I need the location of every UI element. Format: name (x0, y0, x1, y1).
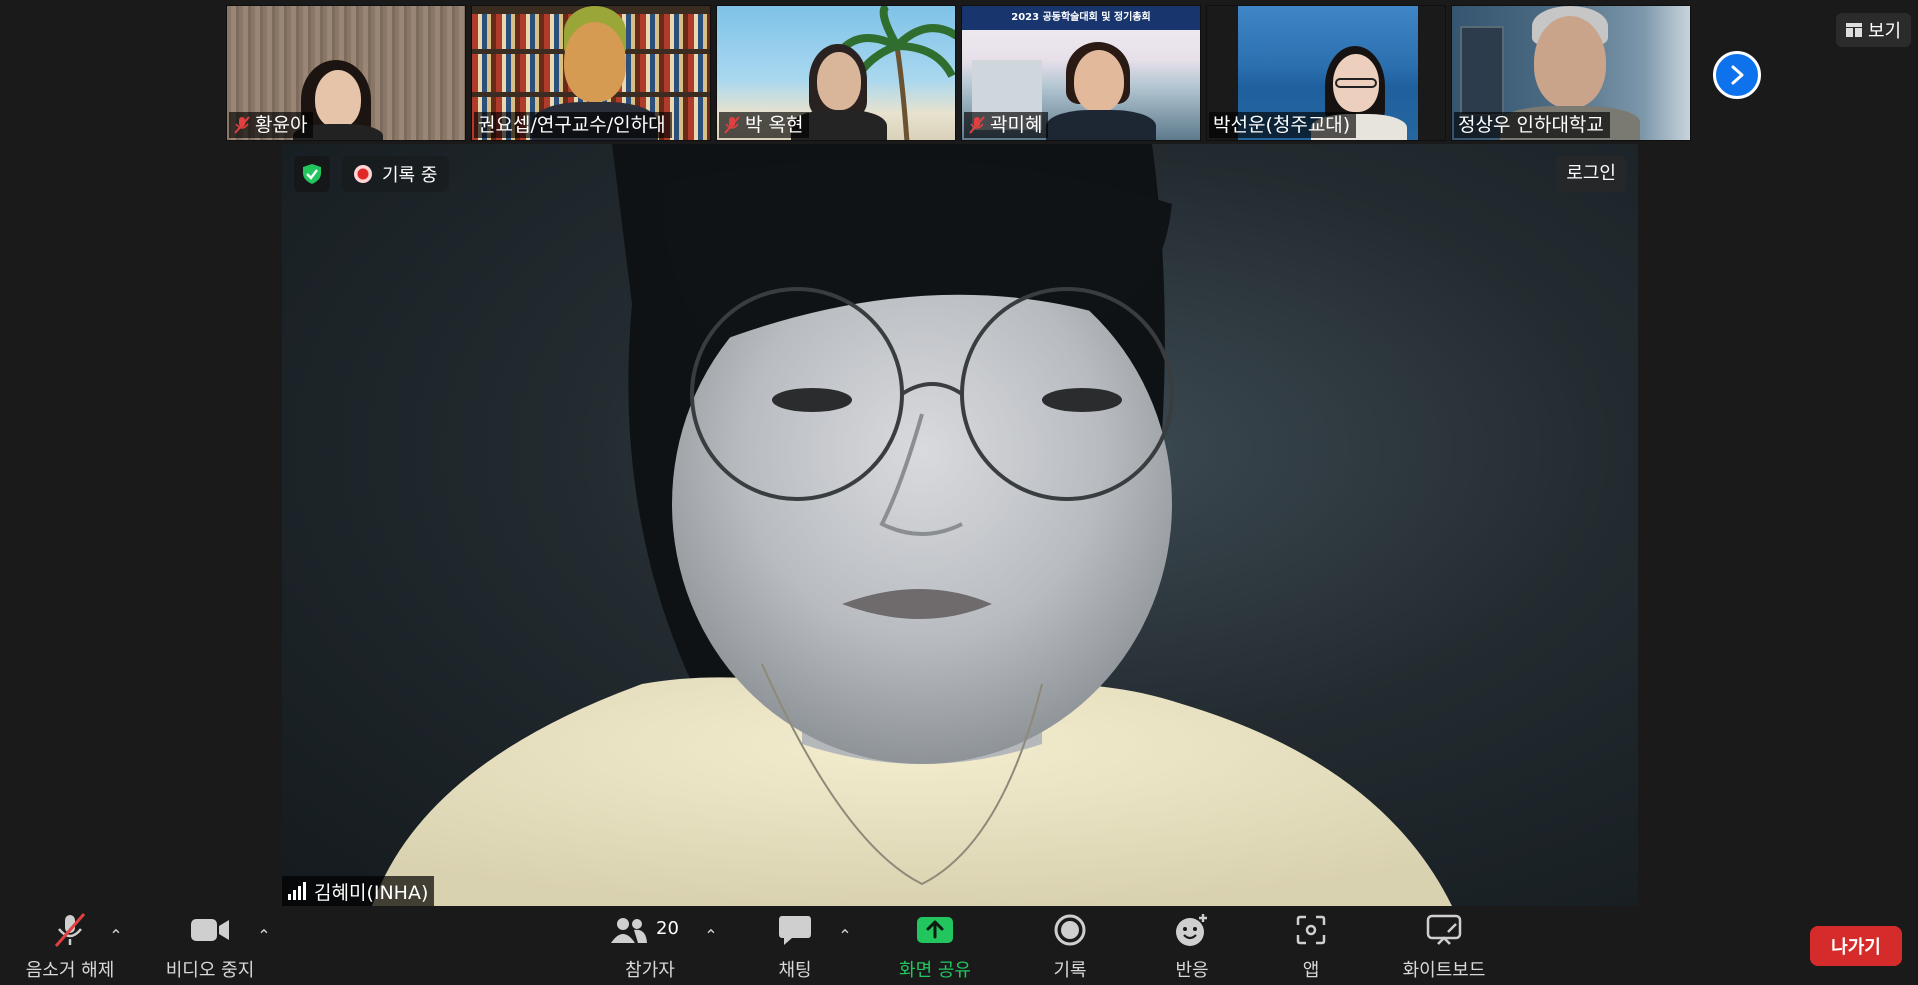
muted-mic-icon (724, 116, 740, 134)
participants-icon (611, 918, 647, 943)
shield-icon (303, 164, 321, 184)
participant-name-tag: 박 옥현 (719, 112, 810, 138)
apps-icon (1296, 915, 1326, 945)
whiteboard-button[interactable]: 화이트보드 (1394, 908, 1494, 985)
stop-video-button[interactable]: 비디오 중지 (160, 908, 260, 985)
participant-thumbnail[interactable]: 박선운(청주교대) (1206, 5, 1446, 141)
audio-options-caret[interactable]: ⌃ (106, 926, 126, 946)
video-options-caret[interactable]: ⌃ (254, 926, 274, 946)
reactions-button[interactable]: 반응 (1162, 908, 1222, 985)
participant-thumbnail[interactable]: 박 옥현 (716, 5, 956, 141)
participant-thumbnail[interactable]: 2023 공동학술대회 및 정기총회 곽미혜 (961, 5, 1201, 141)
participant-name-tag: 박선운(청주교대) (1209, 112, 1357, 138)
muted-mic-icon (54, 913, 86, 947)
whiteboard-icon (1426, 914, 1462, 945)
meeting-toolbar: 음소거 해제 ⌃ 비디오 중지 ⌃ 20 참가자 ⌃ 채팅 ⌃ 화면 공유 기록… (0, 908, 1918, 985)
chat-icon (779, 916, 811, 945)
share-screen-icon (917, 917, 953, 943)
chevron-right-icon (1731, 65, 1744, 85)
view-button[interactable]: 보기 (1836, 13, 1912, 47)
participant-thumbnail[interactable]: 권요셉/연구교수/인하대 (471, 5, 711, 141)
speaker-name-tag: 김혜미(INHA) (282, 876, 435, 906)
record-icon (1054, 914, 1086, 946)
record-dot-icon (354, 165, 372, 183)
chat-options-caret[interactable]: ⌃ (835, 926, 855, 946)
participant-name-tag: 황윤아 (229, 112, 314, 138)
share-screen-button[interactable]: 화면 공유 (890, 908, 980, 985)
apps-button[interactable]: 앱 (1286, 908, 1336, 985)
participant-name-tag: 권요셉/연구교수/인하대 (474, 112, 672, 138)
chat-button[interactable]: 채팅 (760, 908, 830, 985)
security-badge[interactable] (294, 156, 330, 192)
record-button[interactable]: 기록 (1040, 908, 1100, 985)
unmute-button[interactable]: 음소거 해제 (18, 908, 122, 985)
glasses-decoration (1335, 78, 1377, 88)
video-camera-icon (191, 919, 229, 941)
leave-meeting-button[interactable]: 나가기 (1810, 926, 1902, 966)
next-page-button[interactable] (1713, 51, 1761, 99)
speaker-video-feed (372, 144, 1452, 906)
muted-mic-icon (234, 116, 250, 134)
participant-thumbnail[interactable]: 정상우 인하대학교 (1451, 5, 1691, 141)
signal-icon (288, 882, 306, 900)
event-banner: 2023 공동학술대회 및 정기총회 (962, 6, 1200, 30)
active-speaker-video[interactable]: 기록 중 로그인 김혜미(INHA) (282, 144, 1638, 906)
participant-name-tag: 정상우 인하대학교 (1454, 112, 1610, 138)
participants-button[interactable]: 20 참가자 (598, 908, 702, 985)
shelf-decoration (1460, 26, 1504, 116)
login-button[interactable]: 로그인 (1556, 156, 1626, 192)
view-grid-icon (1846, 23, 1862, 37)
muted-mic-icon (969, 116, 985, 134)
recording-indicator[interactable]: 기록 중 (342, 156, 450, 192)
zoom-meeting-window: 황윤아 권요셉/연구교수/인하대 박 옥현 2023 공동학술대회 및 정기총회… (0, 0, 1918, 985)
participants-options-caret[interactable]: ⌃ (701, 926, 721, 946)
reactions-icon (1176, 914, 1207, 946)
participant-name-tag: 곽미혜 (964, 112, 1049, 138)
participant-thumbnail[interactable]: 황윤아 (226, 5, 466, 141)
